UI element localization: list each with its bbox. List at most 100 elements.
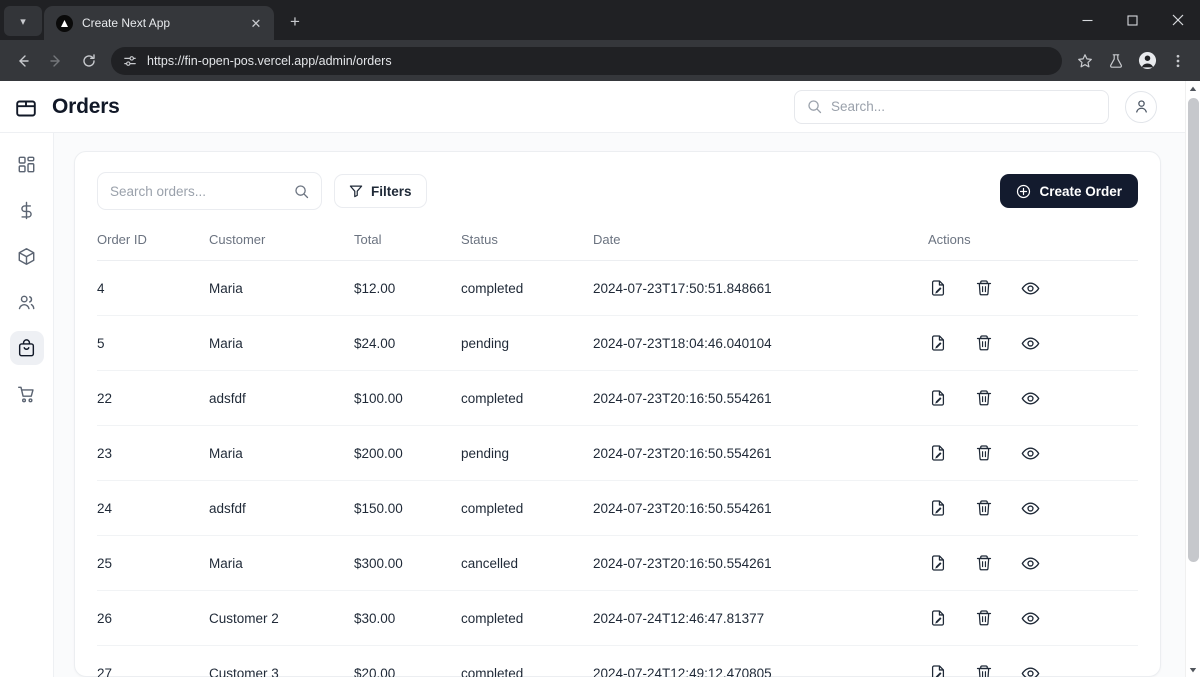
scrollbar-thumb[interactable] [1187,98,1199,563]
status-cell: completed [461,260,593,316]
edit-icon[interactable] [928,553,948,573]
search-orders-placeholder: Search orders... [110,183,207,199]
sidebar [0,133,54,677]
date-cell: 2024-07-23T20:16:50.554261 [593,535,928,591]
view-icon[interactable] [1020,278,1040,298]
address-bar[interactable]: https://fin-open-pos.vercel.app/admin/or… [111,46,1062,75]
sidebar-item-cart[interactable] [10,377,44,411]
back-button[interactable] [8,46,38,76]
sidebar-item-products[interactable] [10,239,44,273]
column-header-order-id[interactable]: Order ID [97,232,209,261]
actions-cell [928,590,1138,646]
date-cell: 2024-07-24T12:49:12.470805 [593,645,928,677]
table-row[interactable]: 22 adsfdf $100.00 completed 2024-07-23T20:16… [97,370,1138,426]
table-row[interactable]: 26 Customer 2 $30.00 completed 2024-07-24T12… [97,590,1138,646]
create-order-button[interactable]: Create Order [1000,174,1138,208]
view-icon[interactable] [1020,443,1040,463]
kebab-menu-icon[interactable] [1164,47,1192,75]
page-title: Orders [52,94,120,118]
sidebar-item-customers[interactable] [10,285,44,319]
site-settings-icon[interactable] [123,54,137,68]
order-id-cell: 5 [97,315,209,371]
star-icon[interactable] [1071,47,1099,75]
delete-icon[interactable] [974,388,994,408]
actions-cell [928,480,1138,536]
date-cell: 2024-07-23T20:16:50.554261 [593,370,928,426]
package-icon [14,95,38,119]
date-cell: 2024-07-23T20:16:50.554261 [593,425,928,481]
view-icon[interactable] [1020,333,1040,353]
page-scrollbar[interactable] [1185,81,1200,677]
delete-icon[interactable] [974,443,994,463]
order-id-cell: 4 [97,260,209,316]
edit-icon[interactable] [928,498,948,518]
table-row[interactable]: 5 Maria $24.00 pending 2024-07-23T18:04:46.0… [97,315,1138,371]
browser-toolbar: https://fin-open-pos.vercel.app/admin/or… [0,40,1200,81]
column-header-status[interactable]: Status [461,232,593,261]
sidebar-item-orders[interactable] [9,331,44,365]
edit-icon[interactable] [928,278,948,298]
edit-icon[interactable] [928,608,948,628]
delete-icon[interactable] [974,663,994,677]
close-button[interactable] [1155,0,1200,40]
delete-icon[interactable] [974,333,994,353]
flask-icon[interactable] [1102,47,1130,75]
sidebar-item-dashboard[interactable] [10,147,44,181]
edit-icon[interactable] [928,443,948,463]
nextjs-triangle-icon [56,14,73,32]
avatar[interactable] [1125,90,1157,123]
sidebar-item-finance[interactable] [10,193,44,227]
customer-cell: Maria [209,315,354,371]
table-row[interactable]: 27 Customer 3 $20.00 completed 2024-07-24T12… [97,645,1138,677]
status-cell: completed [461,480,593,536]
page-viewport: Orders Search... Search orders... Filter… [0,81,1200,677]
tab-close-icon[interactable]: ✕ [246,13,266,33]
tab-search-button[interactable]: ▾ [4,6,42,36]
delete-icon[interactable] [974,498,994,518]
browser-tab[interactable]: Create Next App ✕ [44,6,274,40]
filters-button[interactable]: Filters [334,174,427,208]
column-header-total[interactable]: Total [354,232,461,261]
scrollbar-track[interactable] [1186,96,1200,662]
forward-button[interactable] [41,46,71,76]
actions-cell [928,425,1138,481]
users-icon [17,293,36,312]
maximize-button[interactable] [1110,0,1155,40]
table-row[interactable]: 25 Maria $300.00 cancelled 2024-07-23T20:16:… [97,535,1138,591]
table-row[interactable]: 4 Maria $12.00 completed 2024-07-23T17:50:51… [97,260,1138,316]
view-icon[interactable] [1020,608,1040,628]
view-icon[interactable] [1020,388,1040,408]
actions-cell [928,535,1138,591]
search-orders-input[interactable]: Search orders... [97,172,322,210]
edit-icon[interactable] [928,388,948,408]
funnel-icon [349,184,363,198]
delete-icon[interactable] [974,278,994,298]
new-tab-button[interactable]: + [281,8,309,36]
scroll-up-arrow[interactable] [1186,81,1200,96]
minimize-button[interactable] [1065,0,1110,40]
profile-icon[interactable] [1133,47,1161,75]
view-icon[interactable] [1020,663,1040,677]
delete-icon[interactable] [974,608,994,628]
search-icon [294,184,309,199]
edit-icon[interactable] [928,333,948,353]
box-icon [17,247,36,266]
total-cell: $150.00 [354,480,461,536]
total-cell: $100.00 [354,370,461,426]
table-row[interactable]: 23 Maria $200.00 pending 2024-07-23T20:16:50… [97,425,1138,481]
column-header-customer[interactable]: Customer [209,232,354,261]
content-area: Search orders... Filters Create Order Or… [54,133,1185,677]
view-icon[interactable] [1020,498,1040,518]
table-row[interactable]: 24 adsfdf $150.00 completed 2024-07-23T20:16… [97,480,1138,536]
status-cell: completed [461,370,593,426]
plus-circle-icon [1016,184,1031,199]
global-search-input[interactable]: Search... [794,89,1109,124]
column-header-date[interactable]: Date [593,232,928,261]
view-icon[interactable] [1020,553,1040,573]
delete-icon[interactable] [974,553,994,573]
edit-icon[interactable] [928,663,948,677]
actions-cell [928,370,1138,426]
reload-button[interactable] [74,46,104,76]
actions-cell [928,645,1138,677]
scroll-down-arrow[interactable] [1186,662,1200,677]
